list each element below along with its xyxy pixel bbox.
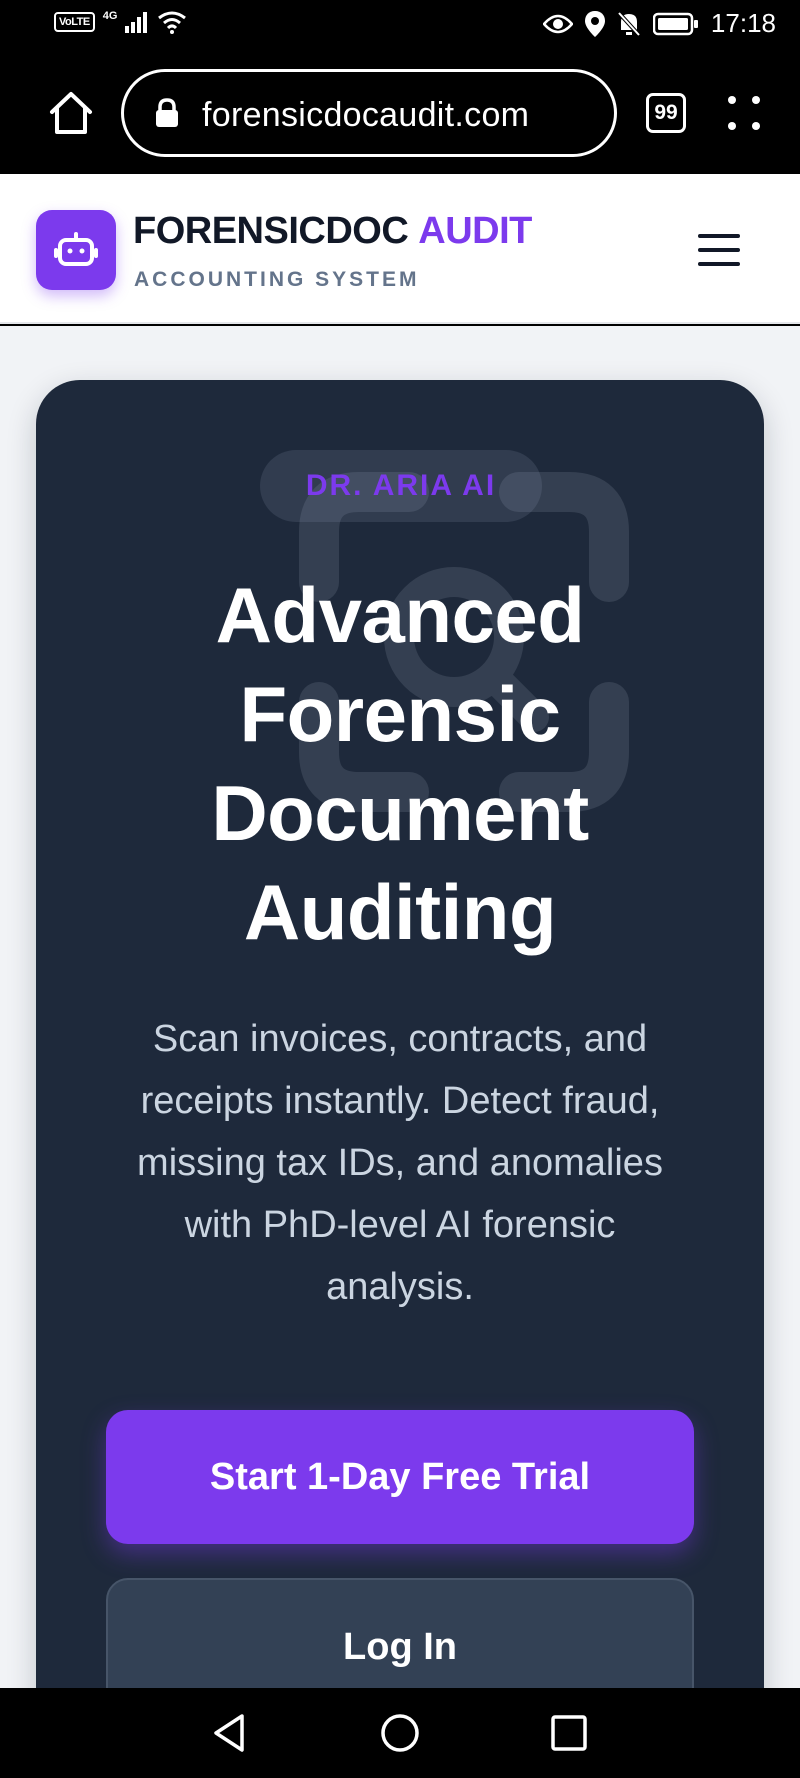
menu-dot [728,96,736,104]
signal-icon [125,12,148,33]
brand-name-accent: AUDIT [418,210,532,252]
lock-icon [156,98,178,127]
url-text: forensicdocaudit.com [202,96,530,134]
status-bar: VoLTE 4G 17:18 [0,0,800,52]
status-left-group: VoLTE 4G [54,10,187,34]
hamburger-line [698,234,740,238]
robot-icon [54,232,98,266]
page-body: DR. ARIA AI Advanced Forensic Document A… [0,326,800,1688]
site-header: FORENSICDOC AUDIT ACCOUNTING SYSTEM [0,174,800,324]
back-button[interactable] [206,1710,252,1756]
hero-description: Scan invoices, contracts, and receipts i… [137,1018,663,1308]
network-type-label: 4G [102,10,118,22]
home-circle-icon [381,1714,419,1752]
log-in-button[interactable]: Log In [106,1578,694,1688]
menu-dot [752,96,760,104]
battery-icon [652,12,698,35]
hamburger-line [698,262,740,266]
wifi-icon [158,11,187,34]
status-right-group: 17:18 [542,8,776,39]
browser-toolbar: forensicdocaudit.com 99 [0,52,800,174]
browser-menu-button[interactable] [728,96,760,130]
tab-count-button[interactable]: 99 [646,93,686,133]
home-nav-button[interactable] [377,1710,423,1756]
volte-icon: VoLTE [54,12,95,32]
location-icon [584,10,605,37]
hamburger-menu-button[interactable] [698,230,742,270]
start-free-trial-button[interactable]: Start 1-Day Free Trial [106,1410,694,1544]
recents-button[interactable] [546,1710,592,1756]
brand-subtitle: ACCOUNTING SYSTEM [134,268,420,291]
hero-card: DR. ARIA AI Advanced Forensic Document A… [36,380,764,1688]
hero-title-line: Document [211,769,589,857]
hero-title: Advanced Forensic Document Auditing [86,566,714,962]
recents-square-icon [551,1715,587,1751]
eye-icon [542,14,573,33]
status-time: 17:18 [710,8,776,38]
hamburger-line [698,248,740,252]
hero-title-line: Forensic [239,670,561,758]
hero-title-line: Auditing [243,868,557,956]
system-navigation-bar [0,1688,800,1778]
brand-name-main: FORENSICDOC [133,210,409,252]
brand-name[interactable]: FORENSICDOC AUDIT [133,210,532,253]
hero-badge: DR. ARIA AI [260,450,542,522]
menu-dot [728,122,736,130]
muted-bell-icon [617,11,641,36]
address-bar[interactable]: forensicdocaudit.com [121,69,617,157]
menu-dot [752,122,760,130]
logo[interactable] [36,210,116,290]
hero-title-line: Advanced [215,571,585,659]
home-button[interactable] [44,86,98,140]
back-triangle-icon [214,1714,244,1752]
home-icon [50,92,92,134]
